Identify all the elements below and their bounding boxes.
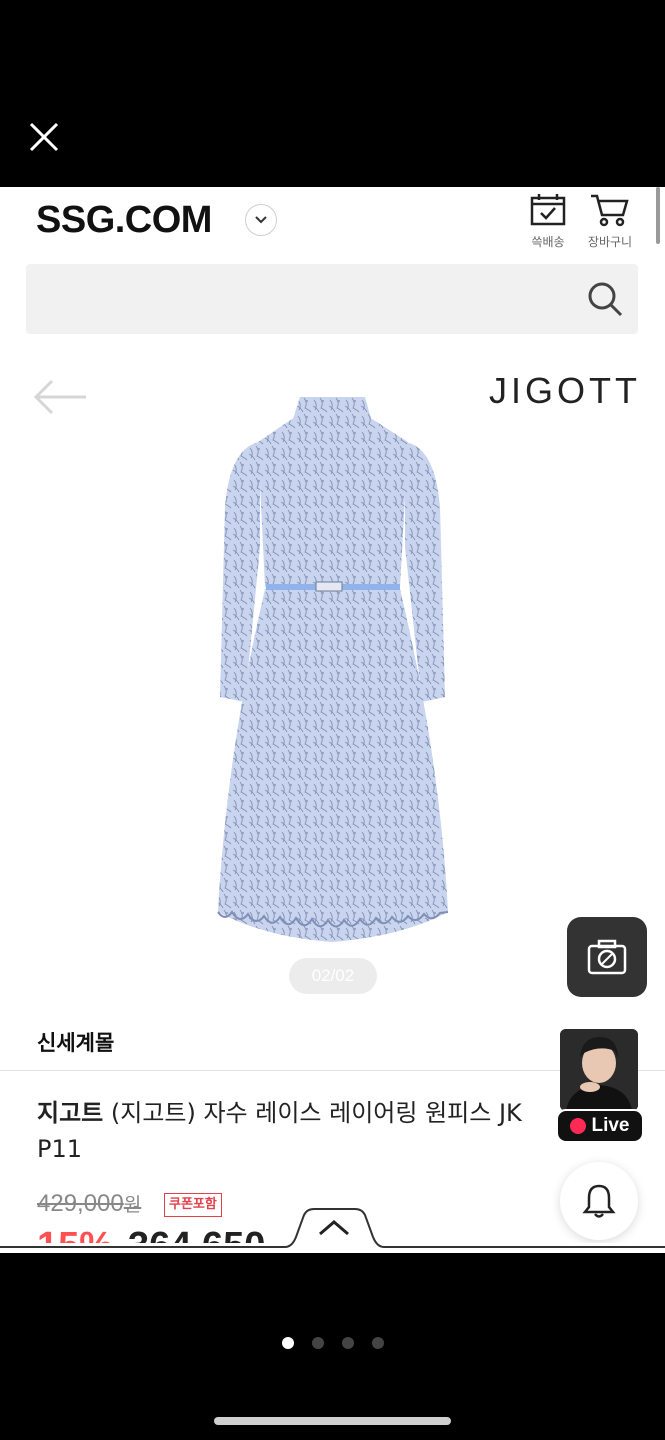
carousel-dots bbox=[282, 1337, 384, 1349]
live-label: Live bbox=[556, 1109, 644, 1143]
image-counter: 02/02 bbox=[289, 958, 377, 994]
cart-button[interactable]: 장바구니 bbox=[582, 193, 638, 250]
product-title: 지고트 (지고트) 자수 레이스 레이어링 원피스 JK P11 bbox=[37, 1095, 557, 1167]
cart-icon bbox=[591, 194, 629, 227]
live-thumbnail bbox=[560, 1029, 638, 1111]
home-indicator[interactable] bbox=[214, 1417, 451, 1425]
header: SSG.COM 쓱배송 장바구니 bbox=[0, 187, 665, 257]
arrow-left-icon bbox=[33, 379, 86, 415]
mall-dropdown-button[interactable] bbox=[245, 204, 277, 236]
product-title-brand[interactable]: 지고트 bbox=[37, 1099, 103, 1127]
live-text: Live bbox=[591, 1115, 630, 1136]
calendar-check-icon bbox=[530, 194, 566, 226]
back-button[interactable] bbox=[30, 375, 90, 419]
close-icon bbox=[29, 122, 59, 152]
scroll-up-tab[interactable] bbox=[0, 1207, 665, 1253]
cart-label: 장바구니 bbox=[587, 235, 633, 249]
live-dot-icon bbox=[570, 1118, 587, 1134]
app-screen: SSG.COM 쓱배송 장바구니 JIGOTT 02/02 신세계몰 Live … bbox=[0, 187, 665, 1253]
image-search-button[interactable] bbox=[567, 917, 647, 997]
top-letterbox bbox=[0, 0, 665, 187]
close-button[interactable] bbox=[22, 116, 66, 160]
carousel-dot[interactable] bbox=[282, 1337, 294, 1349]
quick-delivery-button[interactable]: 쓱배송 bbox=[520, 193, 576, 250]
store-name[interactable]: 신세계몰 bbox=[37, 1027, 114, 1057]
carousel-dot[interactable] bbox=[312, 1337, 324, 1349]
search-button[interactable] bbox=[586, 280, 624, 318]
carousel-dot[interactable] bbox=[372, 1337, 384, 1349]
brand-logo[interactable]: JIGOTT bbox=[489, 370, 641, 412]
quick-delivery-label: 쓱배송 bbox=[531, 235, 565, 249]
presenter-image bbox=[560, 1029, 638, 1111]
camera-icon bbox=[587, 939, 627, 975]
ssg-logo[interactable]: SSG.COM bbox=[36, 199, 212, 242]
chevron-down-icon bbox=[255, 216, 267, 224]
search-input[interactable] bbox=[26, 264, 638, 334]
product-title-text: (지고트) 자수 레이스 레이어링 원피스 JK P11 bbox=[37, 1099, 522, 1163]
product-image[interactable] bbox=[200, 397, 465, 967]
search-icon bbox=[588, 282, 623, 317]
live-broadcast-button[interactable]: Live bbox=[556, 1025, 644, 1143]
carousel-dot[interactable] bbox=[342, 1337, 354, 1349]
